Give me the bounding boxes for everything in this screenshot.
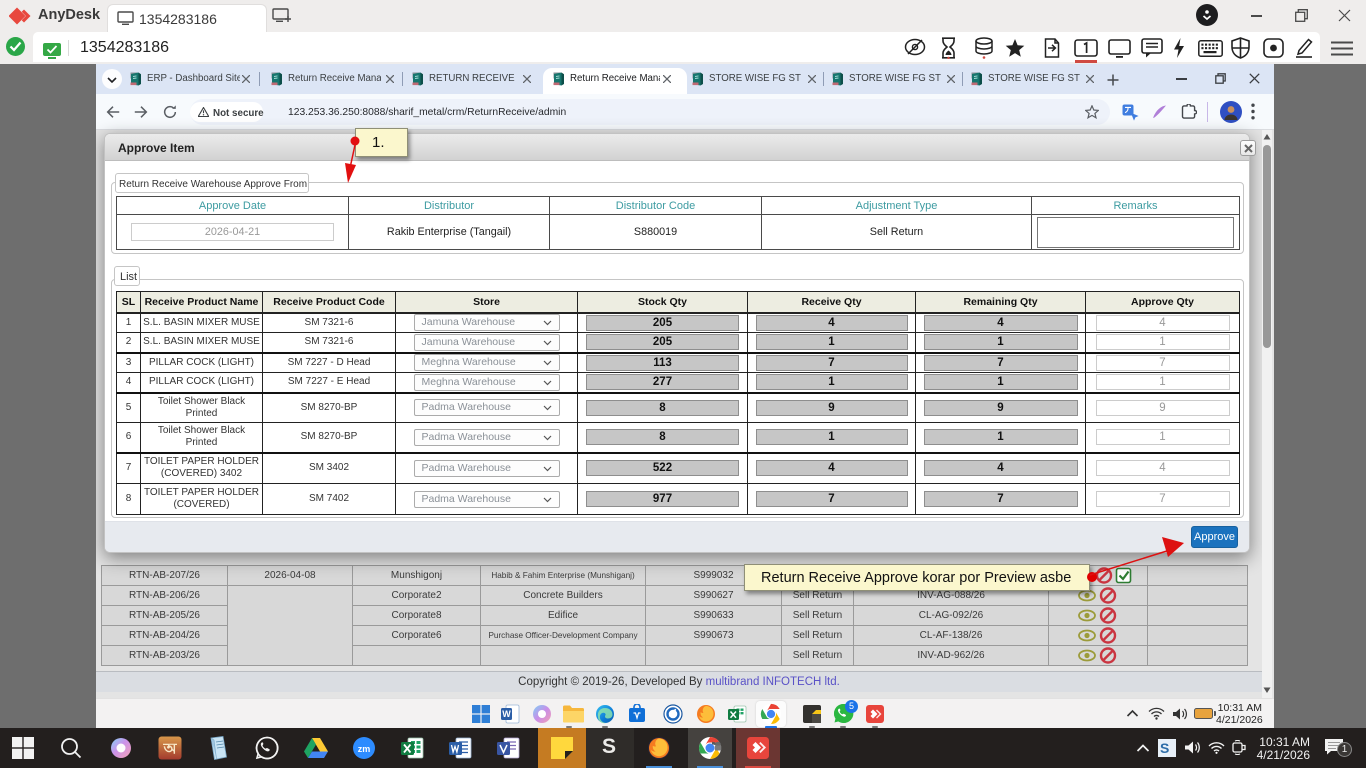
svg-text:অ: অ (163, 741, 178, 758)
svg-text:W: W (502, 709, 511, 719)
svg-text:zm: zm (358, 744, 371, 754)
